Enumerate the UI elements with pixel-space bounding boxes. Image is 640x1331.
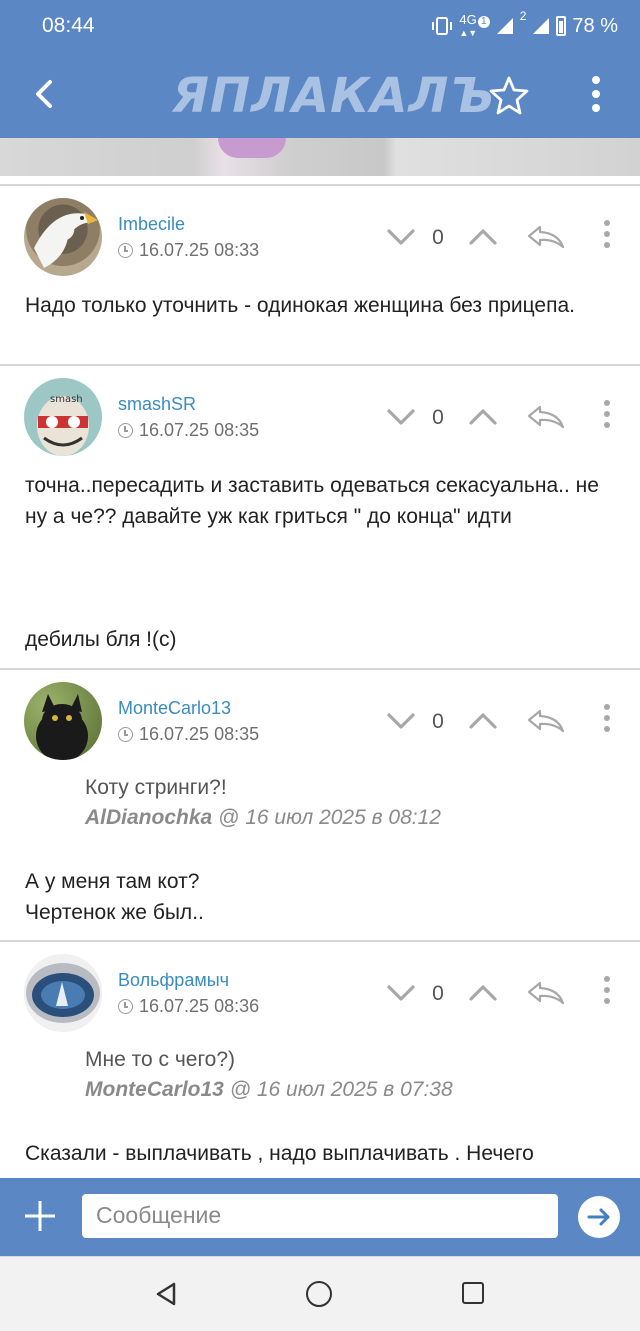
network-type: 4G 1 ▲▼ <box>459 13 490 39</box>
status-time: 08:44 <box>42 14 95 37</box>
vote-up-icon[interactable] <box>468 224 498 250</box>
vote-down-icon[interactable] <box>386 708 416 734</box>
composer-bar: Сообщение <box>0 1178 640 1256</box>
comment-text: А у меня там кот? <box>25 870 200 893</box>
signal-icon <box>496 18 513 34</box>
nav-home-icon[interactable] <box>306 1281 332 1307</box>
comment-date: 16.07.25 08:36 <box>118 996 259 1017</box>
comment-date: 16.07.25 08:35 <box>118 420 259 441</box>
reply-icon[interactable] <box>526 708 566 734</box>
send-button[interactable] <box>578 1196 620 1238</box>
status-icons: 4G 1 ▲▼ 2 78 % <box>431 9 618 40</box>
avatar[interactable] <box>24 954 102 1032</box>
vote-controls: 0 <box>386 976 626 1010</box>
vote-controls: 0 <box>386 400 626 434</box>
vote-up-icon[interactable] <box>468 708 498 734</box>
avatar[interactable]: smash <box>24 378 102 456</box>
comment-text: дебилы бля !(с) <box>25 628 177 651</box>
comment-date: 16.07.25 08:35 <box>118 724 259 745</box>
comment-author[interactable]: smashSR <box>118 394 196 415</box>
quote-block: Коту стринги?! AlDianochka @ 16 июл 2025… <box>85 776 625 830</box>
comment-menu-icon[interactable] <box>600 220 614 253</box>
sim2-badge: 2 <box>519 9 527 23</box>
message-input[interactable]: Сообщение <box>82 1194 558 1238</box>
vote-count: 0 <box>432 226 444 249</box>
post-image-fragment <box>0 138 640 184</box>
avatar[interactable] <box>24 198 102 276</box>
comment: Imbecile 16.07.25 08:33 0 Надо только ут… <box>0 184 640 366</box>
plus-icon[interactable] <box>22 1198 58 1234</box>
comment-author[interactable]: Вольфрамыч <box>118 970 229 991</box>
site-logo[interactable]: ЯПЛАКАЛЪ <box>172 68 496 124</box>
back-arrow-icon[interactable] <box>26 74 66 114</box>
quote-meta: @ 16 июл 2025 в 07:38 <box>229 1078 453 1101</box>
battery-level: 78 % <box>572 14 618 37</box>
comment: MonteCarlo13 16.07.25 08:35 0 Коту стрин… <box>0 668 640 942</box>
clock-icon <box>118 727 133 742</box>
comment-menu-icon[interactable] <box>600 704 614 737</box>
nav-recents-icon[interactable] <box>462 1282 484 1304</box>
clock-icon <box>118 999 133 1014</box>
status-bar: 08:44 4G 1 ▲▼ 2 78 % <box>0 0 640 54</box>
reply-icon[interactable] <box>526 224 566 250</box>
reply-icon[interactable] <box>526 980 566 1006</box>
clock-icon <box>118 243 133 258</box>
quote-text: Коту стринги?! <box>85 776 227 799</box>
quote-text: Мне то с чего?) <box>85 1048 236 1071</box>
star-icon[interactable] <box>488 74 530 116</box>
system-nav-bar <box>0 1256 640 1331</box>
comment-date: 16.07.25 08:33 <box>118 240 259 261</box>
avatar[interactable] <box>24 682 102 760</box>
battery-icon <box>556 16 567 36</box>
comment-menu-icon[interactable] <box>600 400 614 433</box>
quote-author[interactable]: AlDianochka <box>85 806 212 829</box>
comment-text: Чертенок же был.. <box>25 901 204 924</box>
clock-icon <box>118 423 133 438</box>
vote-count: 0 <box>432 982 444 1005</box>
comment-text: Надо только уточнить - одинокая женщина … <box>25 294 575 317</box>
vote-up-icon[interactable] <box>468 980 498 1006</box>
comment-menu-icon[interactable] <box>600 976 614 1009</box>
vibrate-icon <box>432 17 453 35</box>
nav-back-icon[interactable] <box>154 1281 180 1307</box>
vote-down-icon[interactable] <box>386 224 416 250</box>
svg-text:smash: smash <box>50 394 83 405</box>
quote-author[interactable]: MonteCarlo13 <box>85 1078 224 1101</box>
vote-controls: 0 <box>386 220 626 254</box>
vote-down-icon[interactable] <box>386 980 416 1006</box>
top-bar: 08:44 4G 1 ▲▼ 2 78 % ЯПЛАКАЛЪ <box>0 0 640 138</box>
send-arrow-icon <box>587 1208 610 1226</box>
vote-count: 0 <box>432 710 444 733</box>
vote-down-icon[interactable] <box>386 404 416 430</box>
reply-icon[interactable] <box>526 404 566 430</box>
more-vertical-icon[interactable] <box>586 76 606 116</box>
quote-block: Мне то с чего?) MonteCarlo13 @ 16 июл 20… <box>85 1048 625 1102</box>
signal-2-icon <box>533 18 550 34</box>
comment: Вольфрамыч 16.07.25 08:36 0 Мне то с чег… <box>0 940 640 1178</box>
comment-author[interactable]: Imbecile <box>118 214 185 235</box>
comment-text: Сказали - выплачивать , надо выплачивать… <box>25 1142 534 1165</box>
quote-meta: @ 16 июл 2025 в 08:12 <box>218 806 441 829</box>
vote-count: 0 <box>432 406 444 429</box>
app-bar: ЯПЛАКАЛЪ <box>0 54 640 138</box>
vote-up-icon[interactable] <box>468 404 498 430</box>
vote-controls: 0 <box>386 704 626 738</box>
comment: smash smashSR 16.07.25 08:35 0 точна..пе… <box>0 364 640 670</box>
comment-author[interactable]: MonteCarlo13 <box>118 698 231 719</box>
comment-text: точна..пересадить и заставить одеваться … <box>25 474 599 528</box>
